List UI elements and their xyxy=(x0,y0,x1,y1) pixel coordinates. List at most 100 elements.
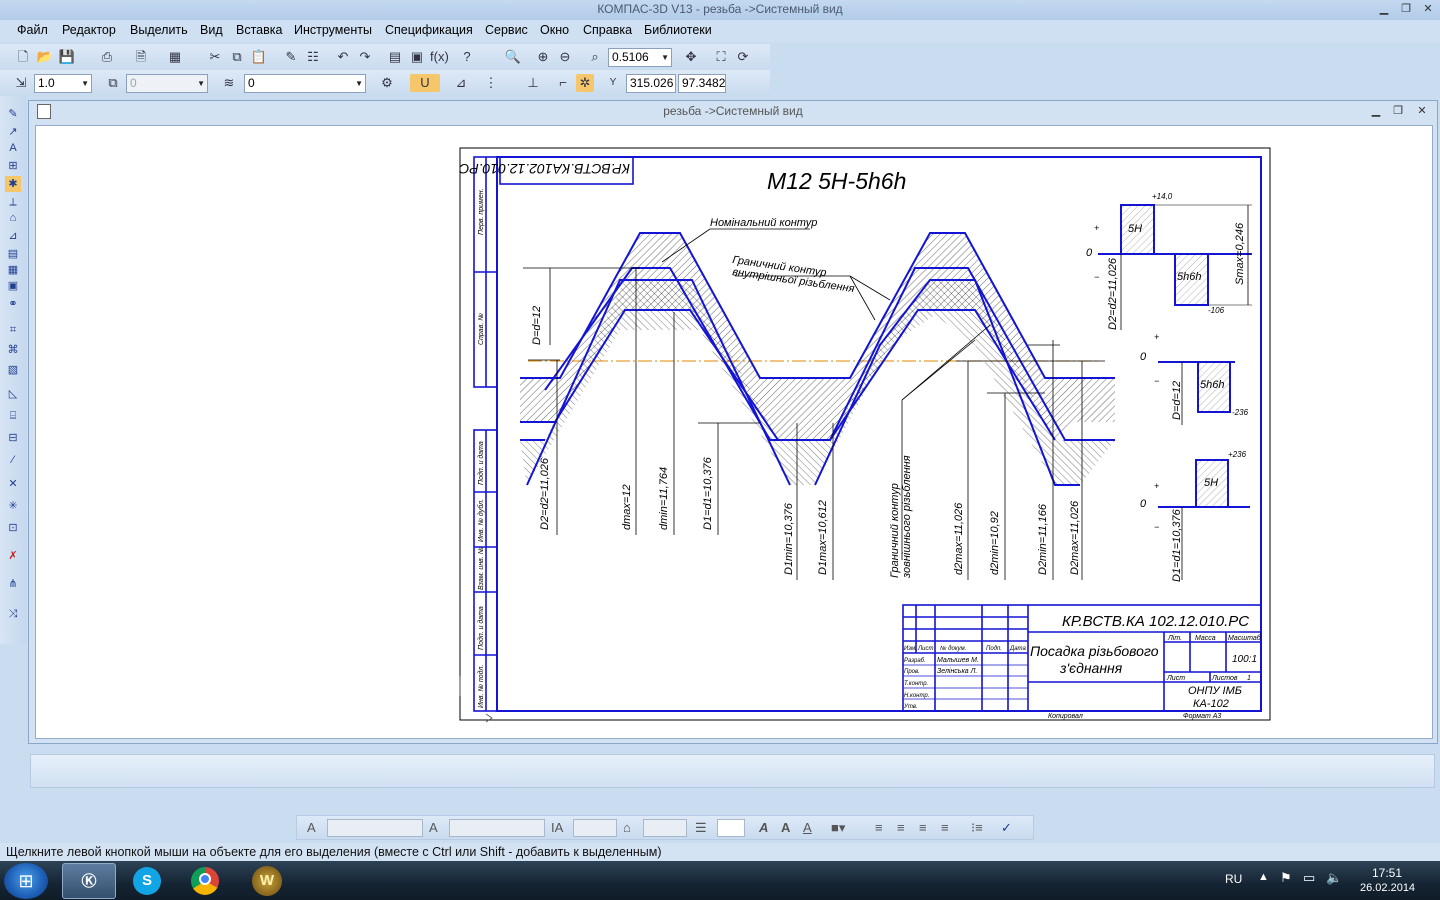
tol-d2-side: D2=d2=11,026 xyxy=(1107,257,1119,330)
side-vzam-label: Взам. инв. № xyxy=(478,546,485,590)
volume-icon[interactable]: 🔈 xyxy=(1326,870,1342,886)
dim-D1max: D1max=10,612 xyxy=(817,500,829,575)
stamp-name-2: з'єднання xyxy=(1059,660,1123,676)
justify-icon[interactable]: ≡ xyxy=(941,820,949,836)
tol-d-minus: − xyxy=(1154,376,1159,386)
side-sprav-label: Справ. № xyxy=(478,313,485,345)
windows-taskbar: ⊞ Ⓚ S W RU ▲ ⚑ ▭ 🔈 17:51 26.02.2014 xyxy=(0,861,1440,900)
dim-d2max: d2max=11,026 xyxy=(953,502,965,575)
label-boundary-external-1: Граничний контур xyxy=(889,483,901,578)
stamp-date: Дата xyxy=(1009,646,1026,652)
tol-d2-label-lower: 5h6h xyxy=(1177,271,1201,283)
tol-d-side: D=d=12 xyxy=(1171,381,1183,420)
side-perv-label: Перв. примен. xyxy=(478,188,485,235)
tol-d-plus: + xyxy=(1154,332,1159,342)
stamp-scale: Масштаб xyxy=(1228,634,1262,642)
list-spacing-icon: ☰ xyxy=(695,820,707,835)
numbering-icon[interactable]: ⁝≡ xyxy=(971,820,983,836)
font-name-field xyxy=(327,819,423,837)
clock-time[interactable]: 17:51 xyxy=(1372,866,1402,880)
chrome-icon[interactable] xyxy=(178,863,232,899)
tray-expand-icon[interactable]: ▲ xyxy=(1258,871,1269,883)
align-left-icon[interactable]: ≡ xyxy=(875,820,883,836)
stamp-razrab: Разраб. xyxy=(904,658,926,664)
narrowing-icon: IA xyxy=(551,820,564,835)
tol-d-label: 5h6h xyxy=(1200,379,1224,391)
tol-d2-lower: -106 xyxy=(1208,306,1225,315)
dim-D1: D1=d1=10,376 xyxy=(702,456,714,530)
stamp-sheets-value: 1 xyxy=(1247,675,1251,682)
text-style-icon[interactable]: A xyxy=(307,820,316,836)
stamp-izm: Изм. xyxy=(904,646,917,652)
tol-d-zero: 0 xyxy=(1140,351,1147,363)
flag-icon[interactable]: ⚑ xyxy=(1280,870,1292,886)
stamp-org-1: ОНПУ ІМБ xyxy=(1188,685,1242,697)
tol-d2-minus: − xyxy=(1094,272,1099,282)
kompas-icon[interactable]: Ⓚ xyxy=(62,863,116,899)
stamp-utv: Утв. xyxy=(903,704,918,710)
stamp-lit: Літ. xyxy=(1167,634,1182,642)
stamp-format: Формат A3 xyxy=(1183,713,1221,720)
stamp-tkontr: Т.контр. xyxy=(904,681,928,687)
tol-D1-label: 5H xyxy=(1204,477,1218,489)
tol-d-lower: -236 xyxy=(1232,408,1249,417)
text-format-toolbar: A A IA ⌂ ☰ A A A ■▾ ≡ ≡ ≡ ≡ ⁝≡ ✓ xyxy=(296,815,1034,840)
stamp-prov: Пров. xyxy=(904,669,920,675)
font-icon: A xyxy=(429,820,438,835)
stamp-prov-name: Зелінська Л. xyxy=(937,667,977,675)
stamp-list: Лист xyxy=(917,646,933,652)
underline-icon[interactable]: A xyxy=(803,820,812,836)
label-boundary-external-2: зовнішнього різьблення xyxy=(901,455,913,579)
language-indicator[interactable]: RU xyxy=(1225,872,1242,886)
tol-D1-side: D1=d1=10,376 xyxy=(1171,508,1183,582)
warcraft-icon[interactable]: W xyxy=(240,863,294,899)
tol-D1-plus: + xyxy=(1154,481,1159,491)
tol-d2-zero: 0 xyxy=(1086,247,1093,259)
italic-icon[interactable]: A xyxy=(759,820,768,836)
skype-icon[interactable]: S xyxy=(120,863,174,899)
label-nominal: Номінальний контур xyxy=(710,217,817,229)
tol-d2-smax: Smax=0,246 xyxy=(1234,222,1246,285)
tol-D1-minus: − xyxy=(1154,522,1159,532)
font-size-field xyxy=(449,819,545,837)
side-inv-dubl-label: Инв. № дубл. xyxy=(477,499,485,542)
tol-D1-zero: 0 xyxy=(1140,498,1147,510)
dim-D2max: D2max=11,026 xyxy=(1069,500,1081,575)
stamp-doc: № докум. xyxy=(940,645,966,652)
side-inv-podl-label: Инв. № подл. xyxy=(477,665,485,708)
start-button[interactable]: ⊞ xyxy=(4,863,48,899)
side-podp1-label: Подп. и дата xyxy=(477,441,485,485)
stamp-razrab-name: Малышев М. xyxy=(937,657,979,664)
step-line-icon: ⌂ xyxy=(623,820,631,835)
stamp-org-2: КА-102 xyxy=(1193,698,1229,710)
dim-dmin: dmin=11,764 xyxy=(658,467,670,530)
tol-d2-plus: + xyxy=(1094,223,1099,233)
dim-dmax: dmax=12 xyxy=(621,484,633,530)
thread-title: M12 5H-5h6h xyxy=(767,168,906,194)
spacing-field xyxy=(717,819,745,837)
tol-d2-upper: +14,0 xyxy=(1152,192,1173,201)
align-center-icon[interactable]: ≡ xyxy=(897,820,905,836)
narrowing-field xyxy=(573,819,617,837)
stamp-mass: Масса xyxy=(1195,635,1216,642)
status-bar: Щелкните левой кнопкой мыши на объекте д… xyxy=(0,843,1440,861)
bold-icon[interactable]: A xyxy=(781,820,790,836)
spellcheck-icon[interactable]: ✓ xyxy=(1001,820,1012,836)
stamp-nkontr: Н.контр. xyxy=(904,693,929,699)
kompas-app-window: КОМПАС-3D V13 - резьба ->Системный вид ▁… xyxy=(0,0,1440,900)
dim-D2min: D2min=11,166 xyxy=(1037,503,1049,575)
stamp-code: КР.ВСТВ.КА 102.12.010.РС xyxy=(1062,613,1249,630)
align-right-icon[interactable]: ≡ xyxy=(919,820,927,836)
stamp-scale-value: 100:1 xyxy=(1232,654,1257,665)
property-panel xyxy=(30,754,1435,788)
color-icon[interactable]: ■▾ xyxy=(831,820,845,836)
dim-D1min: D1min=10,376 xyxy=(783,502,795,575)
dim-D: D=d=12 xyxy=(531,306,543,345)
dim-D2: D2=d2=11,026 xyxy=(539,457,551,530)
network-icon[interactable]: ▭ xyxy=(1303,870,1315,886)
stamp-kopiroval: Копировал xyxy=(1048,713,1083,720)
clock-date[interactable]: 26.02.2014 xyxy=(1360,882,1415,894)
side-podp2-label: Подп. и дата xyxy=(477,606,485,650)
line-step-field xyxy=(643,819,687,837)
stamp-sheets: Листов xyxy=(1211,675,1238,682)
